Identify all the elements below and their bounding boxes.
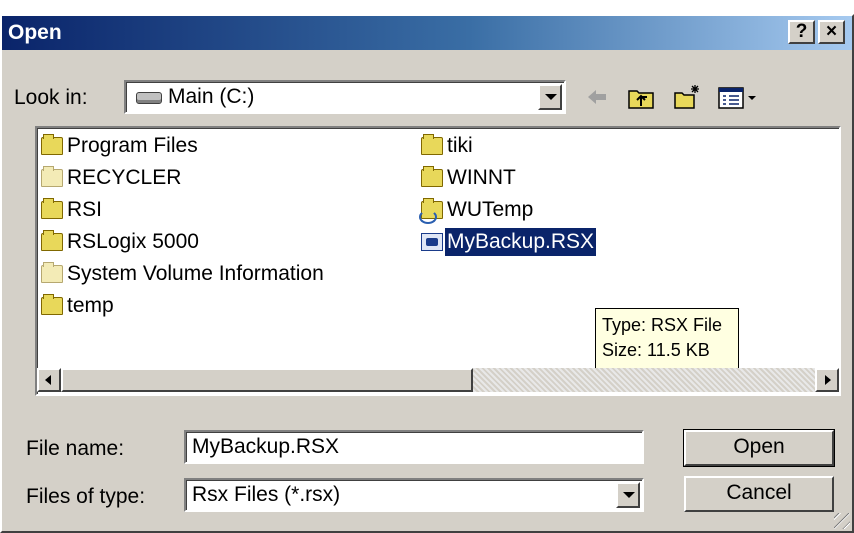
scroll-left-button[interactable] <box>37 368 61 392</box>
window-title: Open <box>8 21 62 44</box>
horizontal-scrollbar[interactable] <box>37 368 839 392</box>
folder-icon <box>41 134 63 155</box>
folder-icon <box>421 134 443 155</box>
file-list[interactable]: Program Files RECYCLER RSI RSLogix 5000 … <box>35 126 841 396</box>
chevron-right-icon <box>825 375 831 385</box>
rsx-file-icon <box>421 233 443 251</box>
view-menu-icon[interactable] <box>716 82 764 112</box>
file-type-dropdown-button[interactable] <box>616 482 640 508</box>
scroll-right-button[interactable] <box>815 368 839 392</box>
file-name-input[interactable]: MyBackup.RSX <box>184 430 644 464</box>
folder-shared-icon <box>419 198 443 224</box>
file-name-value: MyBackup.RSX <box>192 435 340 458</box>
look-in-combobox[interactable]: Main (C:) <box>124 80 566 114</box>
resize-grip-icon[interactable] <box>834 513 850 529</box>
tooltip-size: Size: 11.5 KB <box>602 340 710 360</box>
look-in-dropdown-button[interactable] <box>538 84 562 110</box>
back-arrow-icon[interactable] <box>582 82 612 112</box>
close-button[interactable]: × <box>818 20 845 44</box>
folder-icon <box>41 294 63 315</box>
chevron-left-icon <box>45 375 51 385</box>
folder-hidden-icon <box>41 166 63 187</box>
help-button[interactable]: ? <box>788 20 815 44</box>
folder-icon <box>41 230 63 251</box>
file-type-combobox[interactable]: Rsx Files (*.rsx) <box>184 478 644 512</box>
cancel-button[interactable]: Cancel <box>684 476 834 512</box>
file-tooltip: Type: RSX File Size: 11.5 KB <box>595 308 739 370</box>
look-in-value: Main (C:) <box>168 85 255 108</box>
file-type-label: Files of type: <box>26 485 146 508</box>
scroll-thumb[interactable] <box>61 368 473 392</box>
folder-icon <box>41 198 63 219</box>
open-dialog: Open ? × Look in: Main (C:) Program File… <box>0 14 854 533</box>
look-in-label: Look in: <box>14 86 88 109</box>
file-type-value: Rsx Files (*.rsx) <box>192 483 341 506</box>
drive-icon <box>136 92 162 104</box>
open-button[interactable]: Open <box>683 429 835 467</box>
new-folder-icon[interactable] <box>672 82 702 112</box>
file-name-label: File name: <box>26 437 125 460</box>
folder-icon <box>421 166 443 187</box>
folder-hidden-icon <box>41 262 63 283</box>
up-folder-icon[interactable] <box>626 82 656 112</box>
tooltip-type: Type: RSX File <box>602 315 723 335</box>
title-bar[interactable]: Open ? × <box>2 16 852 50</box>
